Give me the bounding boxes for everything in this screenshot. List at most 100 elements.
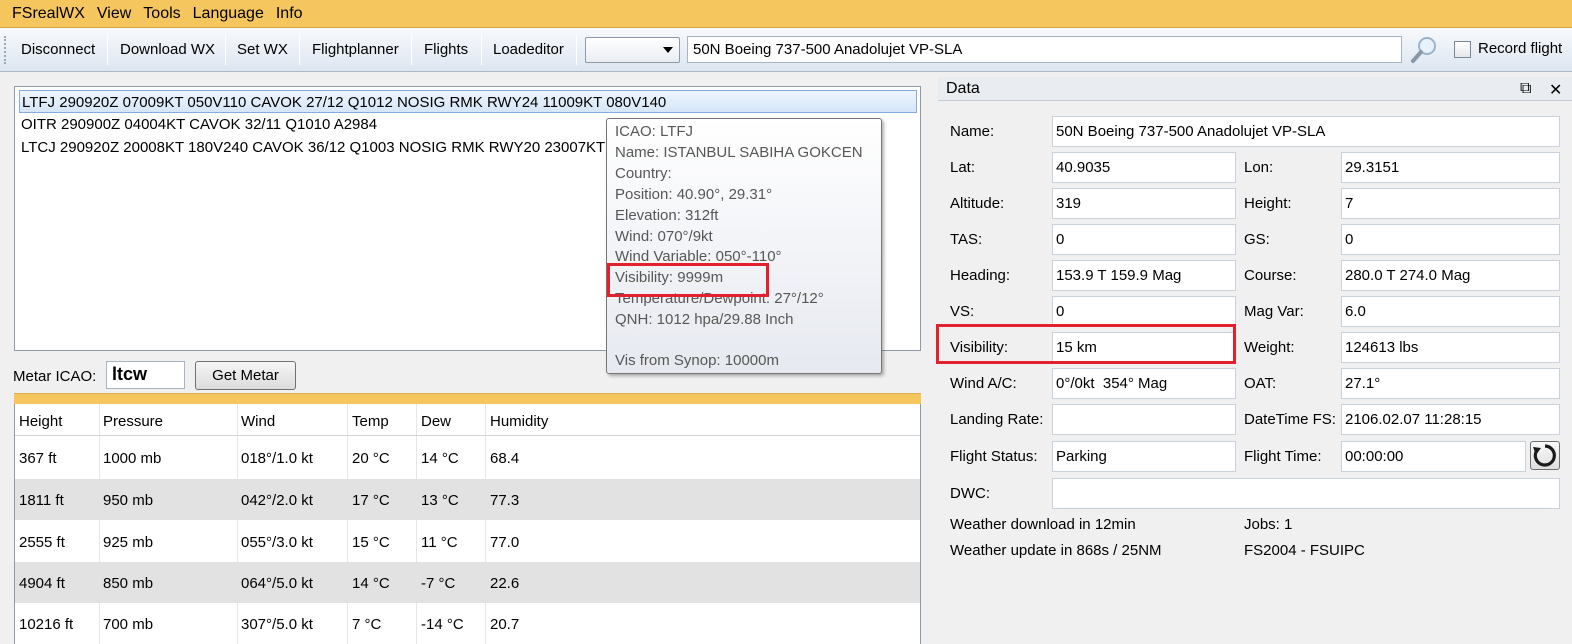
tooltip-line: Name: ISTANBUL SABIHA GOKCEN: [615, 144, 863, 161]
flights-button[interactable]: Flights: [420, 35, 472, 65]
cell-pressure: 950 mb: [103, 492, 154, 509]
wind-ac-field[interactable]: 0°/0kt 354° Mag: [1052, 368, 1236, 399]
gs-field[interactable]: 0: [1341, 224, 1560, 255]
lon-label: Lon:: [1244, 159, 1274, 176]
table-row[interactable]: 2555 ft 925 mb 055°/3.0 kt 15 °C 11 °C 7…: [15, 521, 920, 562]
flightplanner-button[interactable]: Flightplanner: [308, 35, 403, 65]
cell-wind: 042°/2.0 kt: [241, 492, 313, 509]
toolbar-grip[interactable]: [4, 36, 8, 64]
toolbar-separator: [225, 35, 226, 65]
column-header[interactable]: Wind: [241, 413, 275, 430]
dwc-field[interactable]: [1052, 478, 1560, 509]
menu-info[interactable]: Info: [270, 5, 309, 23]
data-panel-titlebar: Data ⧉ ✕: [938, 77, 1572, 101]
restore-icon[interactable]: ⧉: [1520, 80, 1531, 98]
table-header-strip: [14, 393, 921, 404]
vs-label: VS:: [950, 303, 975, 320]
name-field[interactable]: 50N Boeing 737-500 Anadolujet VP-SLA: [1052, 116, 1560, 147]
metar-icao-label: Metar ICAO:: [13, 368, 97, 385]
lat-field[interactable]: 40.9035: [1052, 152, 1236, 183]
column-header[interactable]: Temp: [352, 413, 389, 430]
table-row[interactable]: 367 ft 1000 mb 018°/1.0 kt 20 °C 14 °C 6…: [15, 437, 920, 478]
cell-pressure: 700 mb: [103, 616, 154, 633]
list-item[interactable]: OITR 290900Z 04004KT CAVOK 32/11 Q1010 A…: [19, 113, 377, 136]
disconnect-button[interactable]: Disconnect: [17, 35, 99, 65]
set-wx-button[interactable]: Set WX: [233, 35, 292, 65]
table-header: Height Pressure Wind Temp Dew Humidity: [15, 404, 920, 436]
cell-temp: 15 °C: [352, 534, 390, 551]
menu-view[interactable]: View: [91, 5, 137, 23]
aircraft-name-field[interactable]: 50N Boeing 737-500 Anadolujet VP-SLA: [687, 36, 1402, 63]
cell-dew: 13 °C: [421, 492, 459, 509]
mag-var-field[interactable]: 6.0: [1341, 296, 1560, 327]
cell-height: 367 ft: [19, 450, 57, 467]
get-metar-button[interactable]: Get Metar: [195, 361, 296, 390]
weather-table: Height Pressure Wind Temp Dew Humidity 3…: [14, 404, 921, 644]
toolbar-separator: [481, 35, 482, 65]
column-header[interactable]: Height: [19, 413, 62, 430]
menu-tools[interactable]: Tools: [137, 5, 186, 23]
column-header[interactable]: Pressure: [103, 413, 163, 430]
aircraft-select[interactable]: [585, 37, 680, 63]
tooltip-line: Country:: [615, 165, 672, 182]
cell-dew: 11 °C: [421, 534, 458, 551]
flight-time-field[interactable]: 00:00:00: [1341, 441, 1526, 472]
toolbar-separator: [299, 35, 300, 65]
tooltip-line: ICAO: LTFJ: [615, 123, 694, 140]
course-field[interactable]: 280.0 T 274.0 Mag: [1341, 260, 1560, 291]
close-icon[interactable]: ✕: [1549, 80, 1562, 100]
column-header[interactable]: Dew: [421, 413, 451, 430]
cell-temp: 20 °C: [352, 450, 390, 467]
record-flight-label: Record flight: [1478, 40, 1563, 57]
loadeditor-button[interactable]: Loadeditor: [489, 35, 568, 65]
column-header[interactable]: Humidity: [490, 413, 548, 430]
heading-field[interactable]: 153.9 T 159.9 Mag: [1052, 260, 1236, 291]
table-row[interactable]: 10216 ft 700 mb 307°/5.0 kt 7 °C -14 °C …: [15, 604, 920, 644]
cell-height: 2555 ft: [19, 534, 65, 551]
cell-pressure: 1000 mb: [103, 450, 162, 467]
jobs-status: Jobs: 1: [1244, 516, 1293, 533]
data-panel-title: Data: [946, 80, 980, 97]
tas-field[interactable]: 0: [1052, 224, 1236, 255]
metar-icao-input[interactable]: ltcw: [106, 361, 185, 389]
search-icon[interactable]: [1409, 35, 1439, 65]
lon-field[interactable]: 29.3151: [1341, 152, 1560, 183]
cell-humidity: 20.7: [490, 616, 520, 633]
oat-field[interactable]: 27.1°: [1341, 368, 1560, 399]
cell-temp: 14 °C: [352, 575, 390, 592]
weather-download-status: Weather download in 12min: [950, 516, 1136, 533]
cell-pressure: 925 mb: [103, 534, 154, 551]
tas-label: TAS:: [950, 231, 983, 248]
cell-wind: 018°/1.0 kt: [241, 450, 313, 467]
reset-flight-time-button[interactable]: [1530, 441, 1560, 470]
datetime-fs-field[interactable]: 2106.02.07 11:28:15: [1341, 404, 1560, 435]
list-item[interactable]: LTCJ 290920Z 20008KT 180V240 CAVOK 36/12…: [19, 136, 605, 159]
flight-status-field[interactable]: Parking: [1052, 441, 1236, 472]
weather-update-status: Weather update in 868s / 25NM: [950, 542, 1162, 559]
cell-temp: 17 °C: [352, 492, 390, 509]
table-row[interactable]: 4904 ft 850 mb 064°/5.0 kt 14 °C -7 °C 2…: [15, 562, 920, 603]
vs-field[interactable]: 0: [1052, 296, 1236, 327]
toolbar-separator: [576, 35, 577, 65]
landing-rate-field[interactable]: [1052, 404, 1236, 435]
altitude-field[interactable]: 319: [1052, 188, 1236, 219]
flight-status-label: Flight Status:: [950, 448, 1038, 465]
menu-fsrealwx[interactable]: FSrealWX: [6, 5, 91, 23]
table-row[interactable]: 1811 ft 950 mb 042°/2.0 kt 17 °C 13 °C 7…: [15, 479, 920, 520]
highlight-box: [936, 324, 1236, 364]
list-item[interactable]: LTFJ 290920Z 07009KT 050V110 CAVOK 27/12…: [19, 90, 917, 113]
cell-temp: 7 °C: [352, 616, 382, 633]
cell-wind: 307°/5.0 kt: [241, 616, 313, 633]
weight-field[interactable]: 124613 lbs: [1341, 332, 1560, 363]
menu-language[interactable]: Language: [187, 5, 270, 23]
heading-label: Heading:: [950, 267, 1011, 284]
cell-humidity: 77.0: [490, 534, 520, 551]
cell-height: 10216 ft: [19, 616, 74, 633]
height-field[interactable]: 7: [1341, 188, 1560, 219]
menu-bar: FSrealWX View Tools Language Info: [0, 0, 1572, 28]
cell-wind: 055°/3.0 kt: [241, 534, 313, 551]
download-wx-button[interactable]: Download WX: [116, 35, 219, 65]
refresh-icon: [1533, 444, 1556, 467]
highlight-box: [607, 263, 769, 297]
record-flight-checkbox[interactable]: [1454, 41, 1471, 58]
